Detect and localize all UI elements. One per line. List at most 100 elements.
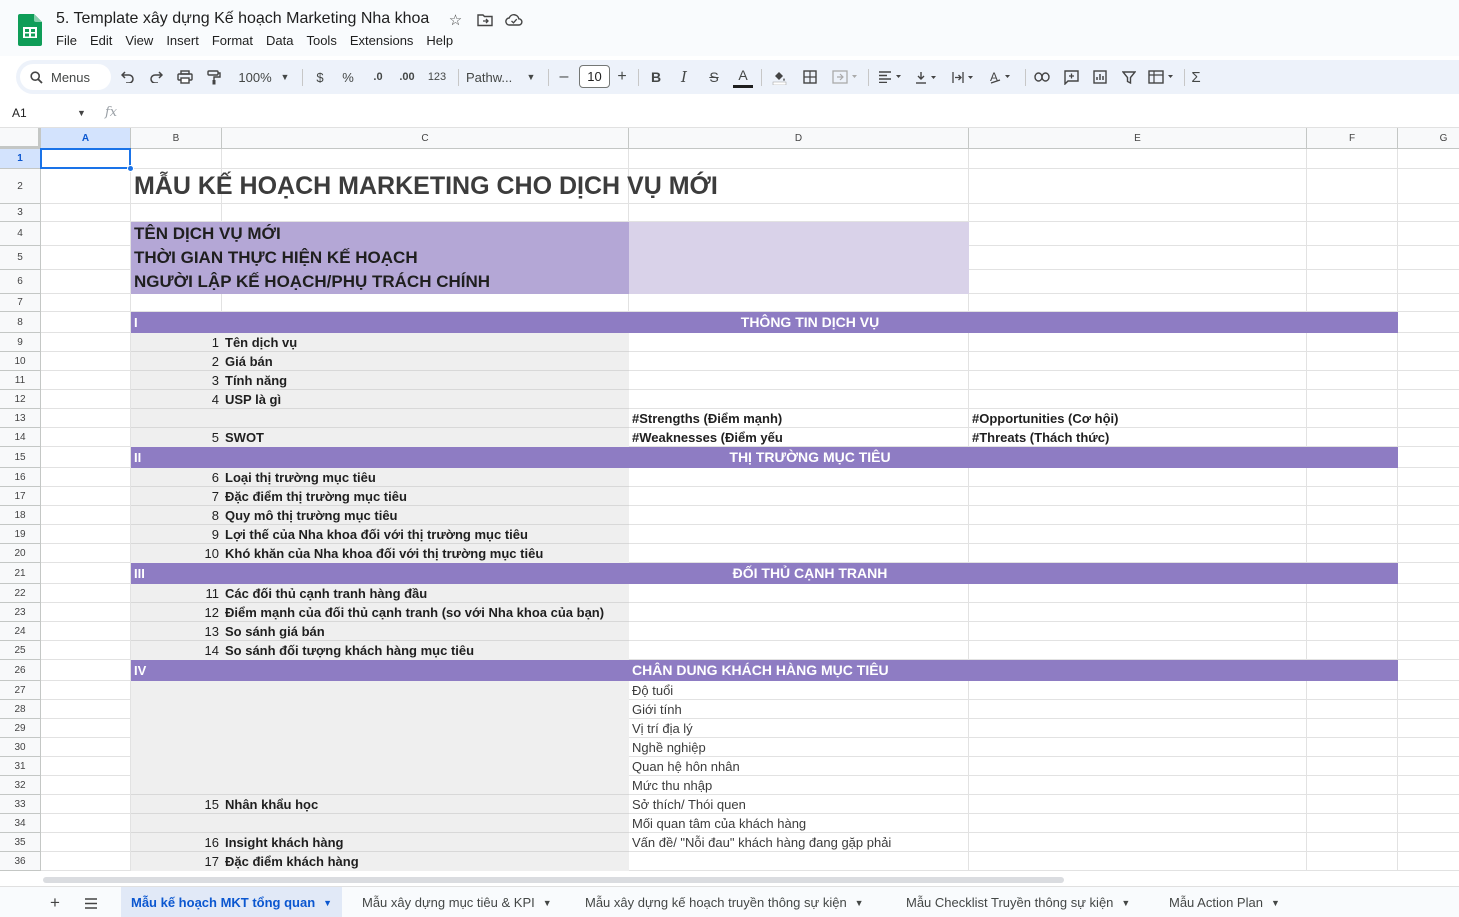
row-header-27[interactable]: 27 <box>0 681 41 700</box>
menu-view[interactable]: View <box>125 33 160 48</box>
item-number[interactable]: 4 <box>131 390 222 409</box>
item-number[interactable]: 11 <box>131 584 222 603</box>
row-header-15[interactable]: 15 <box>0 447 41 468</box>
row-header-26[interactable]: 26 <box>0 660 41 681</box>
column-header-d[interactable]: D <box>629 128 969 149</box>
zoom-select[interactable]: 100% <box>234 60 276 94</box>
scrollbar-thumb[interactable] <box>43 877 1064 883</box>
row-header-21[interactable]: 21 <box>0 563 41 584</box>
row-header-18[interactable]: 18 <box>0 506 41 525</box>
item-number[interactable]: 6 <box>131 468 222 487</box>
row-header-16[interactable]: 16 <box>0 468 41 487</box>
bold-button[interactable]: B <box>646 60 666 94</box>
row-header-19[interactable]: 19 <box>0 525 41 544</box>
select-all-corner[interactable] <box>0 128 41 149</box>
row-header-3[interactable]: 3 <box>0 204 41 222</box>
demographic-item[interactable]: Vấn đề/ "Nỗi đau" khách hàng đang gặp ph… <box>629 833 969 852</box>
chevron-down-icon[interactable]: ▼ <box>543 898 552 908</box>
percent-format-button[interactable]: % <box>338 60 358 94</box>
strikethrough-button[interactable]: S <box>704 60 724 94</box>
paint-format-icon[interactable] <box>204 60 224 94</box>
horizontal-align-icon[interactable] <box>876 60 906 94</box>
font-size-input[interactable]: 10 <box>579 65 610 88</box>
decrease-font-size-button[interactable]: – <box>556 60 572 94</box>
row-header-9[interactable]: 9 <box>0 333 41 352</box>
row-header-11[interactable]: 11 <box>0 371 41 390</box>
row-header-22[interactable]: 22 <box>0 584 41 603</box>
demographic-item[interactable]: Vị trí địa lý <box>629 719 969 738</box>
sheet-tab-overview[interactable]: Mẫu kế hoạch MKT tổng quan ▼ <box>121 887 343 917</box>
sheet-tab-kpi[interactable]: Mẫu xây dựng mục tiêu & KPI ▼ <box>352 887 562 917</box>
row-header-8[interactable]: 8 <box>0 312 41 333</box>
row-header-13[interactable]: 13 <box>0 409 41 428</box>
sheet-tab-action-plan[interactable]: Mẫu Action Plan ▼ <box>1159 887 1290 917</box>
sheets-logo-icon[interactable] <box>18 14 42 46</box>
row-header-1[interactable]: 1 <box>0 149 41 169</box>
filter-icon[interactable] <box>1119 60 1139 94</box>
item-label[interactable]: So sánh đối tượng khách hàng mục tiêu <box>222 641 629 660</box>
item-number[interactable]: 13 <box>131 622 222 641</box>
fill-color-icon[interactable] <box>769 60 789 94</box>
section-number[interactable]: III <box>131 563 222 584</box>
owner-label[interactable]: NGƯỜI LẬP KẾ HOẠCH/PHỤ TRÁCH CHÍNH <box>131 270 629 294</box>
section-number[interactable]: I <box>131 312 222 333</box>
chevron-down-icon[interactable]: ▼ <box>323 898 332 908</box>
row-header-25[interactable]: 25 <box>0 641 41 660</box>
insert-comment-icon[interactable] <box>1061 60 1081 94</box>
item-label[interactable]: Tên dịch vụ <box>222 333 629 352</box>
column-header-b[interactable]: B <box>131 128 222 149</box>
demographic-item[interactable]: Mối quan tâm của khách hàng <box>629 814 969 833</box>
demographic-item[interactable]: Quan hệ hôn nhân <box>629 757 969 776</box>
row-header-12[interactable]: 12 <box>0 390 41 409</box>
swot-strengths[interactable]: #Strengths (Điểm mạnh) <box>629 409 969 428</box>
row-header-29[interactable]: 29 <box>0 719 41 738</box>
menu-help[interactable]: Help <box>426 33 460 48</box>
item-label[interactable]: Các đối thủ cạnh tranh hàng đầu <box>222 584 629 603</box>
italic-button[interactable]: I <box>674 60 694 94</box>
menu-edit[interactable]: Edit <box>90 33 119 48</box>
item-label[interactable]: Điểm mạnh của đối thủ cạnh tranh (so với… <box>222 603 629 622</box>
sheet-tab-event-comms[interactable]: Mẫu xây dựng kế hoạch truyền thông sự ki… <box>575 887 874 917</box>
row-header-20[interactable]: 20 <box>0 544 41 563</box>
row-header-6[interactable]: 6 <box>0 270 41 294</box>
section-number[interactable]: IV <box>131 660 222 681</box>
item-number[interactable]: 14 <box>131 641 222 660</box>
item-label[interactable]: Giá bán <box>222 352 629 371</box>
redo-icon[interactable] <box>146 60 166 94</box>
borders-icon[interactable] <box>800 60 820 94</box>
insert-link-icon[interactable] <box>1032 60 1052 94</box>
zoom-caret-icon[interactable]: ▼ <box>278 60 292 94</box>
fill-handle[interactable] <box>127 165 134 172</box>
swot-threats[interactable]: #Threats (Thách thức) <box>969 428 1307 447</box>
sheet-tab-checklist[interactable]: Mẫu Checklist Truyền thông sự kiện ▼ <box>896 887 1140 917</box>
item-number[interactable]: 12 <box>131 603 222 622</box>
item-label[interactable]: Đặc điểm khách hàng <box>222 852 629 871</box>
section-number[interactable]: II <box>131 447 222 468</box>
row-header-36[interactable]: 36 <box>0 852 41 871</box>
menu-file[interactable]: File <box>56 33 84 48</box>
menu-data[interactable]: Data <box>266 33 300 48</box>
item-label[interactable]: Nhân khẩu học <box>222 795 629 814</box>
spreadsheet-grid[interactable]: A B C D E F G 1 2 3 4 5 6 7 8 9 10 11 12 13 14 15 16 17 18 19 20 21… <box>0 128 1459 874</box>
functions-button[interactable]: Σ <box>1186 60 1206 94</box>
document-title[interactable]: 5. Template xây dựng Kế hoạch Marketing … <box>56 10 429 28</box>
section-title[interactable]: THÔNG TIN DỊCH VỤ <box>222 312 1398 333</box>
row-header-34[interactable]: 34 <box>0 814 41 833</box>
text-wrap-icon[interactable] <box>950 60 980 94</box>
section-title[interactable]: THỊ TRƯỜNG MỤC TIÊU <box>222 447 1398 468</box>
demographic-item[interactable]: Giới tính <box>629 700 969 719</box>
swot-weaknesses[interactable]: #Weaknesses (Điểm yếu <box>629 428 969 447</box>
item-label[interactable]: Tính năng <box>222 371 629 390</box>
selected-cell-a1[interactable] <box>40 148 131 169</box>
all-sheets-icon[interactable] <box>81 893 101 913</box>
item-number[interactable]: 2 <box>131 352 222 371</box>
timeline-label[interactable]: THỜI GIAN THỰC HIỆN KẾ HOẠCH <box>131 246 629 270</box>
item-label[interactable]: Đặc điểm thị trường mục tiêu <box>222 487 629 506</box>
cloud-status-icon[interactable] <box>504 10 523 29</box>
row-header-7[interactable]: 7 <box>0 294 41 312</box>
text-color-button[interactable]: A <box>733 64 753 88</box>
item-number[interactable]: 15 <box>131 795 222 814</box>
demographic-item[interactable]: Độ tuổi <box>629 681 969 700</box>
item-label[interactable]: Insight khách hàng <box>222 833 629 852</box>
row-header-24[interactable]: 24 <box>0 622 41 641</box>
